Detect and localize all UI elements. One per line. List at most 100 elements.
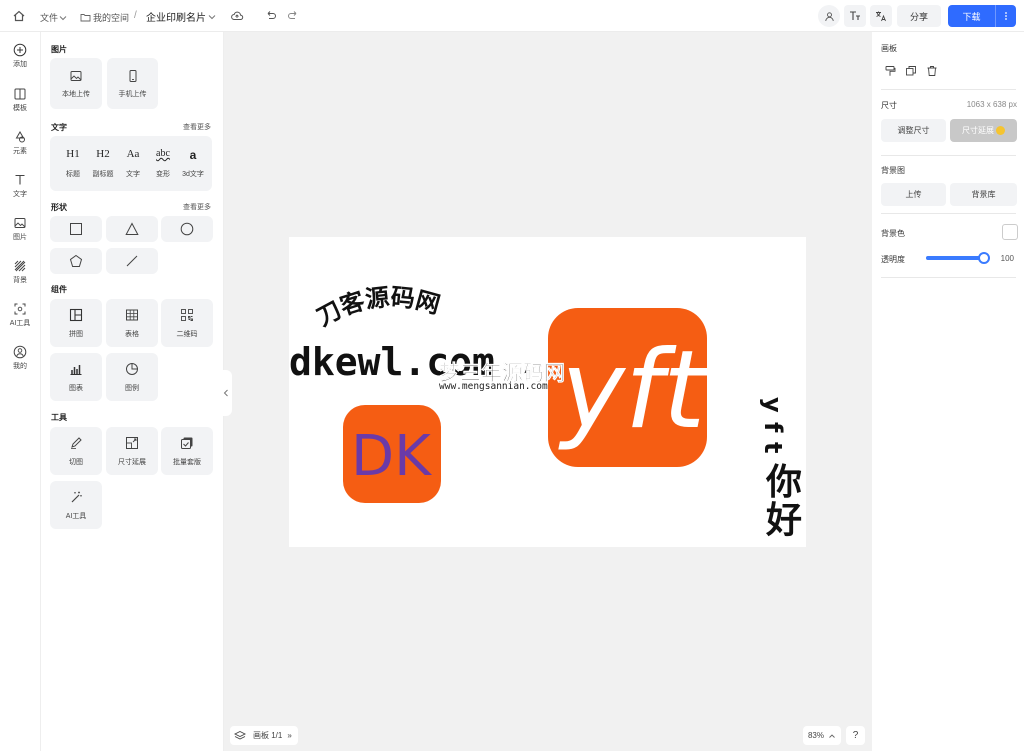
card-label: 拼图 bbox=[69, 331, 83, 338]
rail-item-text[interactable]: 文字 bbox=[2, 173, 38, 199]
undo-icon[interactable] bbox=[264, 9, 277, 22]
rail-item-template[interactable]: 模板 bbox=[2, 87, 38, 113]
pen-icon bbox=[71, 437, 82, 449]
crown-badge-icon bbox=[996, 126, 1005, 135]
card-label: 二维码 bbox=[176, 331, 198, 338]
redo-icon[interactable] bbox=[287, 9, 300, 22]
rail-item-background[interactable]: 背景 bbox=[2, 259, 38, 285]
triangle-icon bbox=[125, 222, 139, 235]
triangle-shape[interactable] bbox=[106, 216, 158, 242]
more-vertical-icon bbox=[1005, 12, 1007, 20]
card-label: 尺寸延展 bbox=[118, 459, 146, 466]
subheading-glyph[interactable]: H2 bbox=[88, 148, 118, 162]
help-button[interactable]: ? bbox=[846, 726, 865, 745]
zoom-control[interactable]: 83% bbox=[803, 726, 841, 745]
opacity-slider-track[interactable] bbox=[926, 252, 990, 264]
watermark-en: www.mengsannian.com bbox=[439, 381, 548, 392]
rail-item-elements[interactable]: 元素 bbox=[2, 130, 38, 156]
chevron-up-icon bbox=[829, 733, 835, 738]
translate-button[interactable] bbox=[870, 5, 892, 27]
text-styles-card: H1 H2 Aa abc a 标题 副标题 文字 变形 3d文字 bbox=[50, 136, 212, 191]
local-upload-card[interactable]: 本地上传 bbox=[50, 58, 102, 109]
vertical-char: t bbox=[759, 442, 787, 453]
duplicate-icon[interactable] bbox=[905, 65, 917, 77]
shape-more-link[interactable]: 查看更多 bbox=[183, 202, 211, 212]
adjust-size-button[interactable]: 调整尺寸 bbox=[881, 119, 946, 142]
table-icon bbox=[126, 309, 138, 321]
artboard-title: 画板 bbox=[881, 44, 897, 53]
text-style-button[interactable] bbox=[844, 5, 866, 27]
circle-shape[interactable] bbox=[161, 216, 213, 242]
collapse-panel-handle[interactable] bbox=[220, 370, 232, 416]
rail-item-image[interactable]: 图片 bbox=[2, 216, 38, 242]
qrcode-card[interactable]: 二维码 bbox=[161, 299, 213, 347]
size-extend-card[interactable]: 尺寸延展 bbox=[106, 427, 158, 475]
file-menu[interactable]: 文件 bbox=[40, 11, 68, 24]
delete-icon[interactable] bbox=[926, 65, 938, 77]
text-icon bbox=[15, 174, 25, 185]
warp-text-glyph[interactable]: abc bbox=[148, 148, 178, 162]
layers-icon bbox=[234, 730, 246, 740]
opacity-value: 100 bbox=[1000, 254, 1014, 263]
rail-item-ai-tools[interactable]: AI工具 bbox=[2, 302, 38, 328]
body-text-glyph[interactable]: Aa bbox=[118, 148, 148, 162]
pie-chart-icon bbox=[126, 363, 138, 375]
size-extend-button[interactable]: 尺寸延展 bbox=[950, 119, 1017, 142]
batch-template-card[interactable]: 批量套版 bbox=[161, 427, 213, 475]
image-section-title: 图片 bbox=[51, 45, 67, 54]
upload-bg-button[interactable]: 上传 bbox=[881, 183, 946, 206]
legend-card[interactable]: 图例 bbox=[106, 353, 158, 401]
line-shape[interactable] bbox=[106, 248, 158, 274]
board-pager[interactable]: 画板 1/1 » bbox=[230, 726, 298, 745]
rail-item-mine[interactable]: 我的 bbox=[2, 345, 38, 371]
ai-tool-card[interactable]: AI工具 bbox=[50, 481, 102, 529]
text-more-link[interactable]: 查看更多 bbox=[183, 122, 211, 132]
board-expand[interactable]: » bbox=[287, 731, 291, 740]
square-shape[interactable] bbox=[50, 216, 102, 242]
shape-section-title: 形状 bbox=[51, 203, 67, 212]
size-label: 尺寸 bbox=[881, 101, 897, 110]
share-button[interactable]: 分享 bbox=[897, 5, 941, 27]
text-item-label: 3d文字 bbox=[182, 171, 204, 178]
rail-item-label: AI工具 bbox=[9, 320, 31, 327]
download-more-button[interactable] bbox=[995, 5, 1016, 27]
cloud-sync-icon[interactable] bbox=[230, 9, 244, 23]
arc-text[interactable]: 刀客源码网 bbox=[312, 283, 443, 332]
text-item-label: 标题 bbox=[66, 171, 80, 178]
download-button[interactable]: 下载 bbox=[948, 5, 995, 27]
pentagon-shape[interactable] bbox=[50, 248, 102, 274]
slice-tool-card[interactable]: 切图 bbox=[50, 427, 102, 475]
bar-chart-icon bbox=[70, 365, 82, 375]
bg-library-button[interactable]: 背景库 bbox=[950, 183, 1017, 206]
board-pager-label: 画板 1/1 bbox=[253, 731, 283, 740]
chart-card[interactable]: 图表 bbox=[50, 353, 102, 401]
my-space-link[interactable]: 我的空间 bbox=[80, 11, 129, 24]
vertical-char: f bbox=[759, 422, 787, 433]
rail-item-label: 图片 bbox=[13, 234, 27, 241]
document-title[interactable]: 企业印刷名片 bbox=[146, 9, 218, 24]
phone-upload-card[interactable]: 手机上传 bbox=[107, 58, 158, 109]
opacity-slider-fill bbox=[926, 256, 984, 260]
phone-icon bbox=[129, 70, 136, 82]
artboard[interactable]: 刀客源码网 dkewl.com yft DK 梦三年源码网 www.mengsa… bbox=[289, 237, 806, 547]
table-card[interactable]: 表格 bbox=[106, 299, 158, 347]
home-icon[interactable] bbox=[12, 9, 26, 23]
translate-icon bbox=[876, 11, 886, 22]
avatar-button[interactable] bbox=[818, 5, 840, 27]
rail-item-label: 元素 bbox=[13, 148, 27, 155]
3d-text-glyph[interactable]: a bbox=[178, 148, 208, 162]
format-painter-icon[interactable] bbox=[884, 65, 896, 77]
bg-color-label: 背景色 bbox=[881, 229, 905, 238]
card-label: 图表 bbox=[69, 385, 83, 392]
ai-scan-icon bbox=[14, 303, 26, 315]
rail-item-label: 模板 bbox=[13, 105, 27, 112]
vertical-text[interactable]: yft你好 bbox=[759, 397, 802, 541]
collage-card[interactable]: 拼图 bbox=[50, 299, 102, 347]
heading-glyph[interactable]: H1 bbox=[58, 148, 88, 162]
file-menu-label: 文件 bbox=[40, 13, 59, 23]
rail-item-add[interactable]: 添加 bbox=[2, 39, 38, 69]
top-bar: 文件 我的空间 / 企业印刷名片 分享 下载 bbox=[0, 0, 1024, 32]
bg-color-swatch[interactable] bbox=[1002, 224, 1018, 240]
opacity-slider-knob[interactable] bbox=[978, 252, 990, 264]
shapes-icon bbox=[15, 131, 25, 143]
